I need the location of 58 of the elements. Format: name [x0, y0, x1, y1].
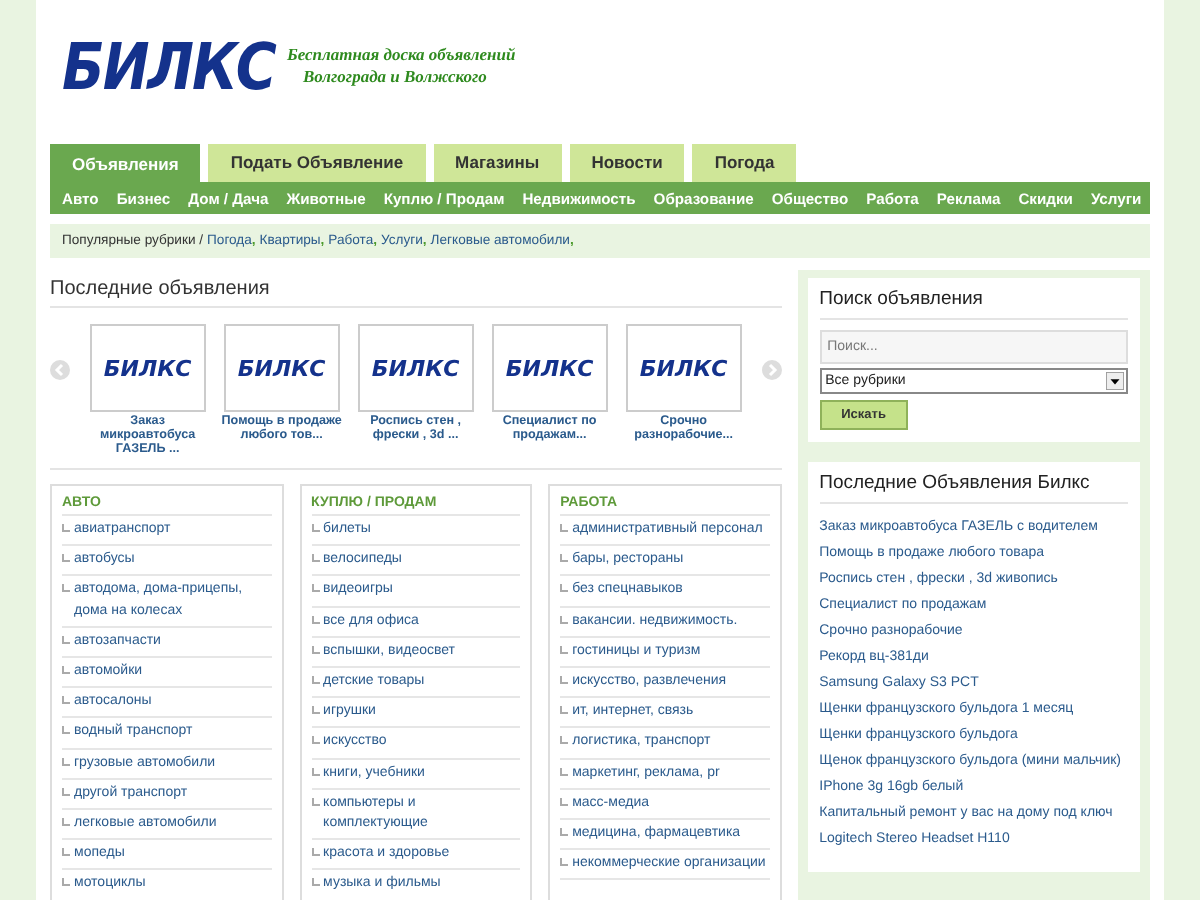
bullet-icon [62, 584, 70, 593]
bullet-icon [560, 736, 569, 745]
previous-arrow-icon[interactable] [50, 360, 70, 380]
bullet-icon [560, 554, 569, 563]
bullet-icon [311, 797, 320, 806]
bullet-icon [560, 828, 569, 837]
bullet-icon [311, 524, 320, 532]
bullet-icon [560, 797, 569, 806]
thumbnail-logo: БИЛКС [505, 355, 594, 381]
bullet-icon [311, 584, 320, 593]
bullet-icon [560, 645, 569, 654]
nav-tab[interactable]: Подать Объявление [208, 144, 426, 182]
nav-tab[interactable]: Магазины [433, 144, 562, 182]
bullet-icon [311, 645, 320, 654]
bullet-icon [62, 696, 70, 705]
bullet-icon [311, 736, 320, 745]
bullet-icon [62, 787, 70, 796]
bullet-icon [311, 676, 320, 685]
bullet-icon [560, 767, 569, 776]
bullet-icon [62, 666, 70, 675]
bullet-icon [62, 726, 70, 735]
bullet-icon [311, 848, 320, 857]
listing-thumbnail[interactable]: БИЛКС [89, 324, 206, 412]
section-title: Последние объявления [50, 270, 782, 308]
nav-tab[interactable]: Новости [569, 144, 685, 182]
dropdown-arrow-icon [1106, 372, 1124, 390]
bullet-icon [560, 615, 569, 624]
nav-tab[interactable]: Погода [692, 144, 797, 182]
site-tagline: Волгограда и Волжского [300, 66, 489, 88]
bullet-icon [560, 584, 569, 593]
bullet-icon [560, 676, 569, 685]
bullet-icon [311, 554, 320, 563]
listing-thumbnail[interactable]: БИЛКС [223, 324, 340, 412]
site-logo[interactable]: БИЛКС [62, 31, 275, 105]
bullet-icon [311, 878, 320, 887]
thumbnail-logo: БИЛКС [371, 355, 460, 381]
bullet-icon [62, 878, 70, 887]
bullet-icon [62, 635, 70, 644]
bullet-icon [62, 848, 70, 857]
thumbnail-logo: БИЛКС [103, 355, 192, 381]
bullet-icon [62, 554, 70, 563]
bullet-icon [560, 706, 569, 715]
bullet-icon [62, 818, 70, 827]
bullet-icon [62, 757, 70, 766]
panel-title: Поиск объявления [819, 288, 1128, 320]
bullet-icon [311, 767, 320, 776]
bullet-icon [311, 615, 320, 624]
listing-thumbnail[interactable]: БИЛКС [357, 324, 474, 412]
bullet-icon [560, 524, 569, 532]
panel-title: Последние Объявления Билкс [819, 472, 1128, 504]
site-tagline: Бесплатная доска объявлений [286, 44, 516, 66]
thumbnail-logo: БИЛКС [237, 355, 326, 381]
listing-thumbnail[interactable]: БИЛКС [625, 324, 742, 412]
bullet-icon [311, 706, 320, 715]
listing-thumbnail[interactable]: БИЛКС [491, 324, 608, 412]
bullet-icon [62, 524, 70, 532]
thumbnail-logo: БИЛКС [639, 355, 728, 381]
bullet-icon [560, 858, 569, 867]
